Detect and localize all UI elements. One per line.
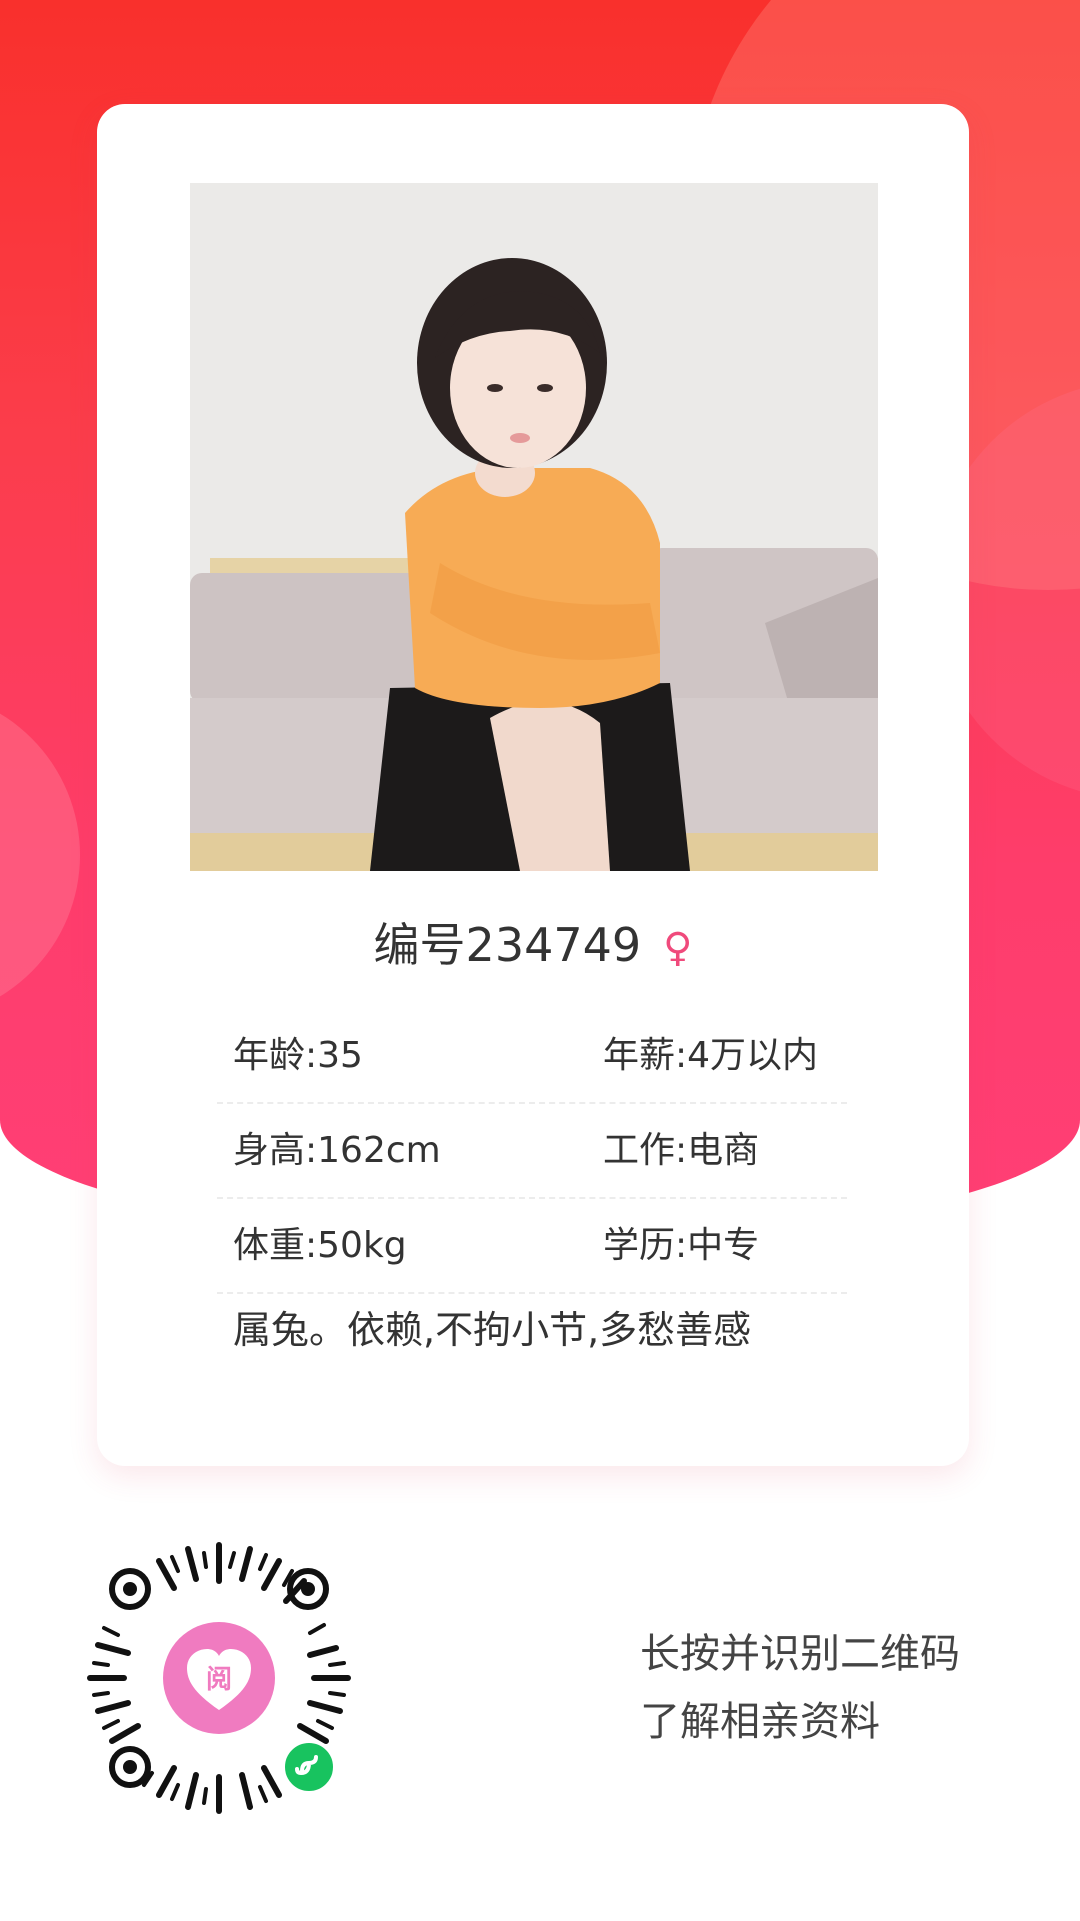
info-row: 身高:162cm 工作:电商 xyxy=(217,1104,847,1199)
age-field: 年龄:35 xyxy=(233,1035,363,1076)
height-field: 身高:162cm xyxy=(233,1130,441,1171)
mini-program-qr-code[interactable]: 阅 xyxy=(74,1533,364,1823)
weight-field: 体重:50kg xyxy=(233,1225,407,1266)
qr-caption: 长按并识别二维码 了解相亲资料 xyxy=(640,1620,960,1756)
profile-card: 编号234749 ♀ 年龄:35 年薪:4万以内 身高:162cm 工作:电商 体… xyxy=(97,104,969,1466)
profile-intro: 属兔。依赖,不拘小节,多愁善感 xyxy=(233,1308,752,1352)
qr-caption-line2: 了解相亲资料 xyxy=(640,1699,880,1745)
profile-id: 编号234749 xyxy=(373,918,642,972)
female-icon: ♀ xyxy=(663,925,693,971)
qr-caption-line1: 长按并识别二维码 xyxy=(640,1631,960,1677)
profile-photo xyxy=(190,183,878,871)
decorative-circle xyxy=(0,690,80,1020)
heart-logo-icon: 阅 xyxy=(163,1622,275,1734)
salary-field: 年薪:4万以内 xyxy=(603,1035,819,1076)
profile-title: 编号234749 ♀ xyxy=(97,912,969,978)
education-field: 学历:中专 xyxy=(603,1225,760,1266)
info-row: 年龄:35 年薪:4万以内 xyxy=(217,1009,847,1104)
job-field: 工作:电商 xyxy=(603,1130,760,1171)
info-row: 体重:50kg 学历:中专 xyxy=(217,1199,847,1294)
qr-logo-char: 阅 xyxy=(206,1665,232,1695)
profile-info-grid: 年龄:35 年薪:4万以内 身高:162cm 工作:电商 体重:50kg 学历:… xyxy=(217,1009,847,1294)
mini-program-icon xyxy=(282,1740,336,1794)
